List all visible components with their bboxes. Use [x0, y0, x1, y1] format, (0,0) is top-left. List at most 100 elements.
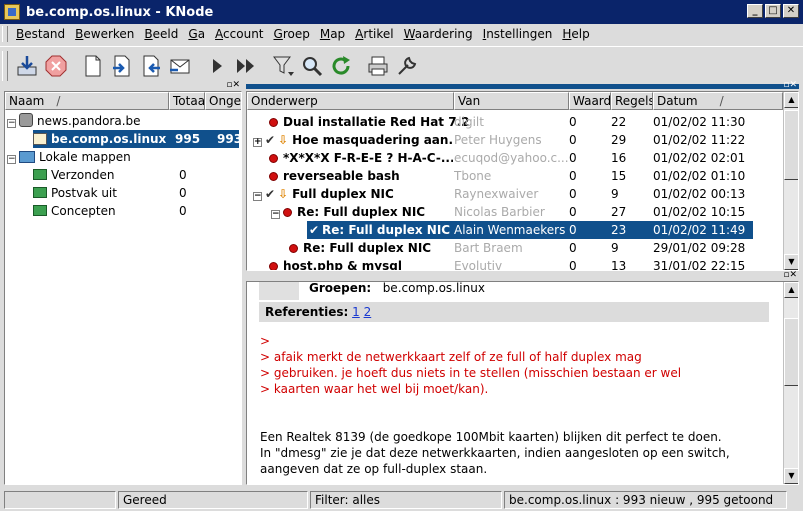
quoted-line: > afaik merkt de netwerkkaart zelf of ze… — [260, 350, 642, 364]
window-controls: _ □ ✕ — [747, 4, 799, 18]
menu-artikel[interactable]: Artikel — [350, 27, 398, 41]
article-header-score[interactable]: Waard — [569, 92, 611, 110]
folder-row-postvak-uit[interactable]: Postvak uit 0 — [33, 184, 239, 202]
toolbar-handle[interactable] — [2, 50, 8, 81]
local-folders-row[interactable]: − Lokale mappen — [7, 148, 131, 166]
references-bar: Referenties: 1 2 — [259, 302, 769, 322]
folder-pane-grip[interactable]: ▫✕ — [4, 81, 242, 90]
stop-button[interactable] — [43, 53, 69, 79]
scroll-down-button[interactable]: ▼ — [784, 468, 798, 484]
article-list-scrollbar[interactable]: ▲ ▼ — [783, 92, 798, 270]
scroll-down-button[interactable]: ▼ — [784, 254, 798, 270]
next-unread-thread-button[interactable] — [233, 53, 259, 79]
menu-help[interactable]: Help — [557, 27, 594, 41]
article-row[interactable]: − Re: Full duplex NIC Nicolas Barbier 0 2… — [247, 203, 783, 221]
print-button[interactable] — [365, 53, 391, 79]
expand-icon[interactable]: + — [253, 138, 262, 147]
status-ready: Gereed — [118, 491, 308, 509]
scroll-up-button[interactable]: ▲ — [784, 282, 798, 298]
article-row[interactable]: *X*X*X F-R-E-E ? H-A-C-... ecuqod@yahoo.… — [247, 149, 783, 167]
post-followup-button[interactable] — [167, 53, 193, 79]
collapse-icon[interactable]: − — [7, 155, 16, 164]
previous-group-button[interactable] — [138, 53, 164, 79]
menu-ga[interactable]: Ga — [183, 27, 210, 41]
unread-dot-icon — [269, 172, 278, 181]
collapse-icon[interactable]: − — [253, 192, 262, 201]
newsgroup-icon — [33, 133, 47, 145]
menu-instellingen[interactable]: Instellingen — [478, 27, 558, 41]
article-header-lines[interactable]: Regels — [611, 92, 653, 110]
new-article-button[interactable] — [80, 53, 106, 79]
article-viewer-scrollbar[interactable]: ▲ ▼ — [783, 282, 798, 484]
next-article-button[interactable] — [204, 53, 230, 79]
article-row-selected[interactable]: ✔ Re: Full duplex NIC Alain Wenmaekers 0 … — [307, 221, 753, 239]
folder-header-total[interactable]: Totaal — [169, 92, 205, 110]
next-group-button[interactable] — [109, 53, 135, 79]
article-header-from[interactable]: Van — [454, 92, 569, 110]
status-progress — [4, 491, 116, 509]
article-list-grip[interactable]: ▫✕ — [246, 81, 799, 90]
reference-link-1[interactable]: 1 — [352, 305, 360, 319]
article-viewer: Groepen: be.comp.os.linux Referenties: 1… — [246, 281, 799, 485]
folder-row-verzonden[interactable]: Verzonden 0 — [33, 166, 239, 184]
article-row[interactable]: Re: Full duplex NIC Bart Braem 0 9 29/01… — [247, 239, 783, 257]
article-header-subject[interactable]: Onderwerp — [247, 92, 454, 110]
menu-bar: Bestand Bewerken Beeld Ga Account Groep … — [0, 24, 803, 44]
print-icon — [368, 56, 388, 75]
stop-icon — [45, 55, 67, 76]
menu-beeld[interactable]: Beeld — [139, 27, 183, 41]
menu-bewerken[interactable]: Bewerken — [70, 27, 139, 41]
article-row[interactable]: reverseable bash Tbone 0 15 01/02/02 01:… — [247, 167, 783, 185]
menu-map[interactable]: Map — [315, 27, 350, 41]
search-button[interactable] — [299, 53, 325, 79]
knode-app-icon[interactable] — [4, 4, 20, 20]
read-check-icon: ✔ — [309, 223, 320, 237]
menu-bestand[interactable]: Bestand — [11, 27, 70, 41]
scroll-thumb[interactable] — [784, 110, 798, 180]
unread-dot-icon — [269, 262, 278, 270]
article-row[interactable]: host.php & mysql Evolutiv 0 13 31/01/02 … — [247, 257, 783, 270]
settings-button[interactable] — [394, 53, 420, 79]
folder-header-name[interactable]: Naam / — [5, 92, 169, 110]
unread-dot-icon — [283, 208, 292, 217]
server-row[interactable]: − news.pandora.be — [7, 112, 141, 130]
minimize-button[interactable]: _ — [747, 4, 763, 18]
close-button[interactable]: ✕ — [783, 4, 799, 18]
quoted-line: > kaarten waar het wel bij moet/kan). — [260, 382, 489, 396]
scroll-up-button[interactable]: ▲ — [784, 92, 798, 108]
menu-account[interactable]: Account — [210, 27, 268, 41]
search-icon — [303, 56, 323, 76]
menu-groep[interactable]: Groep — [269, 27, 315, 41]
filter-button[interactable] — [270, 53, 296, 79]
article-row[interactable]: − ✔ ⇩ Full duplex NIC Raynexwaiver 0 9 01/0… — [247, 185, 783, 203]
folder-icon — [33, 169, 47, 180]
watched-check-icon: ✔ — [265, 187, 276, 201]
scroll-thumb[interactable] — [784, 318, 798, 386]
folder-icon — [33, 205, 47, 216]
get-new-articles-icon — [17, 55, 37, 75]
group-row-selected[interactable]: be.comp.os.linux 995 993 — [33, 130, 241, 148]
menubar-handle[interactable] — [2, 26, 8, 42]
collapse-icon[interactable]: − — [271, 210, 280, 219]
status-group-info: be.comp.os.linux : 993 nieuw , 995 getoo… — [504, 491, 787, 509]
folder-header-unread[interactable]: Ongel — [205, 92, 241, 110]
menu-waardering[interactable]: Waardering — [399, 27, 478, 41]
refresh-button[interactable] — [328, 53, 354, 79]
folder-icon — [33, 187, 47, 198]
article-row[interactable]: Dual installatie Red Hat 7.2 digilt 0 22… — [247, 113, 783, 131]
article-viewer-grip[interactable]: ▫✕ — [246, 271, 799, 280]
collapse-icon[interactable]: − — [7, 119, 16, 128]
window-title: be.comp.os.linux - KNode — [26, 4, 214, 20]
unread-dot-icon — [289, 244, 298, 253]
unread-dot-icon — [269, 154, 278, 163]
folder-row-concepten[interactable]: Concepten 0 — [33, 202, 239, 220]
refresh-icon — [332, 55, 350, 75]
article-row[interactable]: + ✔ ⇩ Hoe masquadering aan... Peter Huygens… — [247, 131, 783, 149]
watched-check-icon: ✔ — [265, 133, 276, 147]
quoted-line: > — [260, 334, 271, 348]
article-header-date[interactable]: Datum / — [653, 92, 783, 110]
maximize-button[interactable]: □ — [765, 4, 781, 18]
reference-link-2[interactable]: 2 — [364, 305, 372, 319]
article-list-pane: Onderwerp Van Waard Regels Datum / Dual i… — [246, 91, 799, 271]
get-new-articles-button[interactable] — [14, 53, 40, 79]
